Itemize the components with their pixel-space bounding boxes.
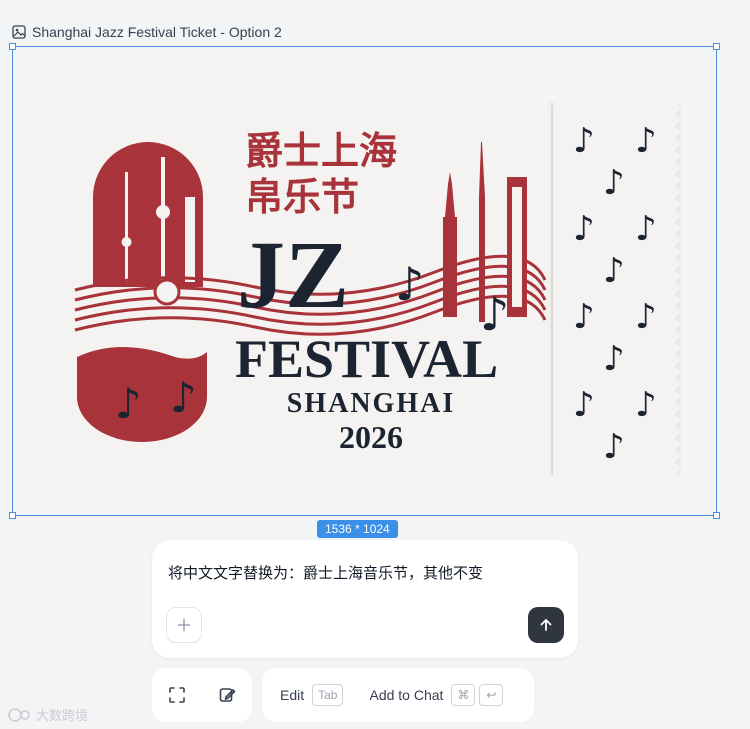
plus-icon (178, 619, 190, 631)
add-to-chat-button[interactable]: Add to Chat ⌘ ↩ (369, 684, 504, 706)
resize-handle-bottom-right[interactable] (713, 512, 720, 519)
canvas-title: Shanghai Jazz Festival Ticket - Option 2 (12, 22, 282, 42)
selection-frame[interactable] (9, 43, 720, 519)
tab-key-hint: Tab (312, 684, 344, 706)
edit-label: Edit (280, 687, 305, 703)
message-input[interactable]: 将中文文字替换为：爵士上海音乐节，其他不变 (168, 562, 483, 583)
brush-icon (219, 688, 236, 702)
enter-key-hint: ↩ (479, 684, 504, 706)
watermark-logo-icon (8, 707, 30, 722)
watermark-text: 大数跨境 (36, 709, 89, 724)
tool-group-left (152, 668, 252, 722)
brush-edit-button[interactable] (214, 682, 240, 708)
edit-button[interactable]: Edit Tab (280, 684, 344, 706)
dimensions-badge: 1536 * 1024 (317, 520, 398, 538)
resize-handle-bottom-left[interactable] (9, 512, 16, 519)
send-button[interactable] (528, 607, 564, 643)
chat-composer[interactable]: 将中文文字替换为：爵士上海音乐节，其他不变 (152, 540, 578, 658)
arrow-up-icon (540, 619, 552, 631)
tool-group-right: Edit Tab Add to Chat ⌘ ↩ (262, 668, 534, 722)
add-attachment-button[interactable] (166, 607, 202, 643)
canvas-title-text: Shanghai Jazz Festival Ticket - Option 2 (32, 24, 282, 40)
watermark: 大数跨境 (8, 705, 88, 724)
resize-handle-top-right[interactable] (713, 43, 720, 50)
image-icon (12, 25, 26, 39)
cmd-key-hint: ⌘ (451, 684, 476, 706)
crop-frame-icon (169, 687, 185, 703)
resize-handle-top-left[interactable] (9, 43, 16, 50)
crop-select-button[interactable] (164, 682, 190, 708)
add-to-chat-label: Add to Chat (369, 687, 444, 703)
